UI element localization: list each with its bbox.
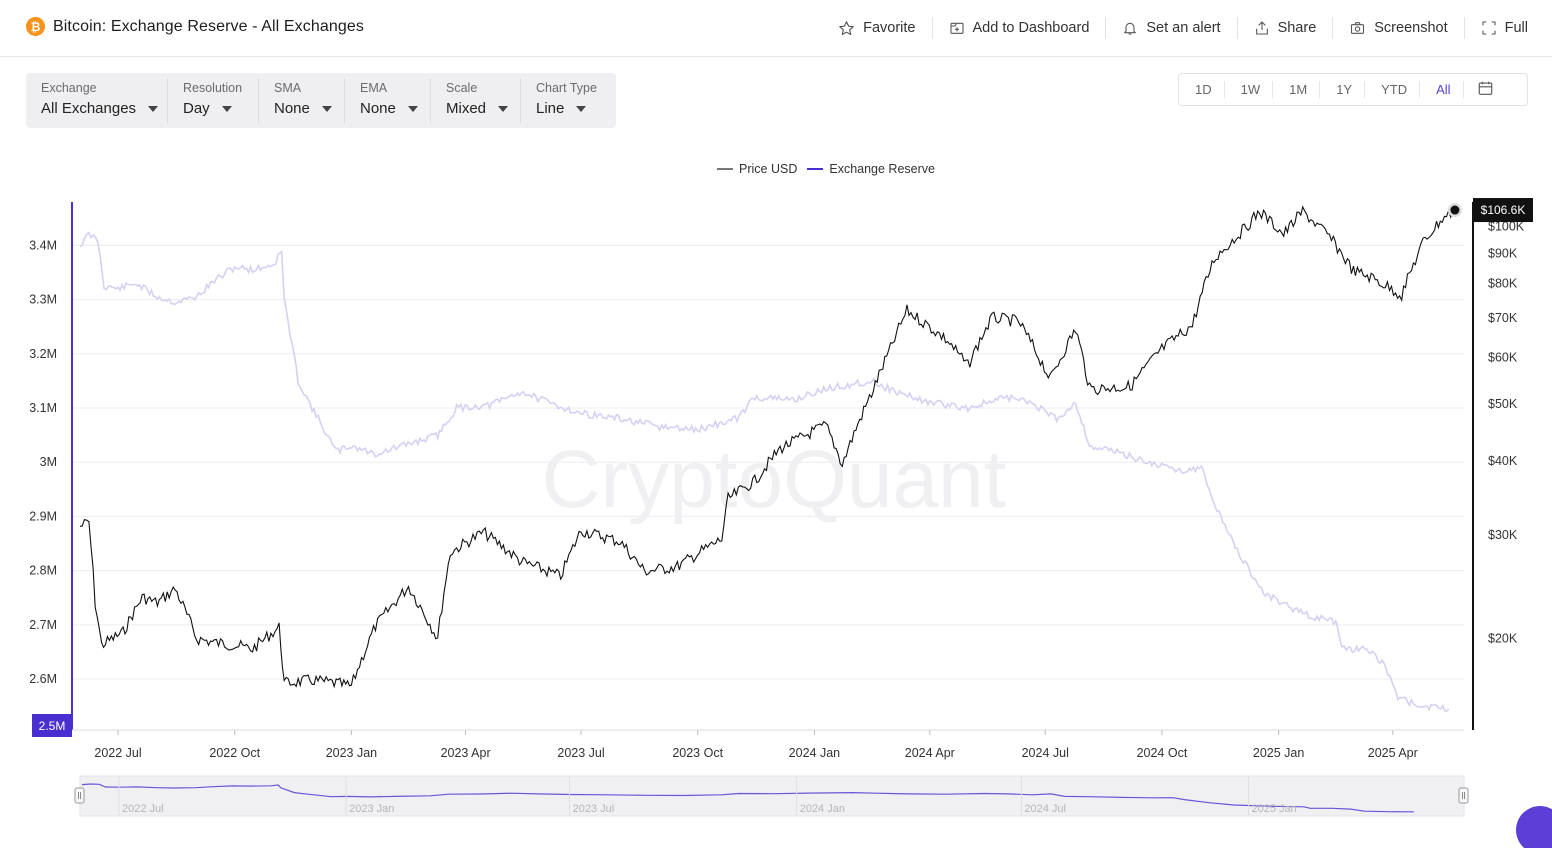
reserve-current-label: 2.5M — [39, 719, 66, 733]
x-tick-label: 2025 Apr — [1368, 746, 1418, 760]
y-right-tick-label: $90K — [1488, 246, 1518, 260]
watermark: CryptoQuant — [542, 434, 1007, 525]
x-axis: 2022 Jul 2022 Oct 2023 Jan 2023 Apr 2023 Jul… — [94, 730, 1418, 760]
y-right-tick-label: $60K — [1488, 350, 1518, 364]
x-tick-label: 2023 Jul — [557, 746, 604, 760]
y-right-tick-label: $70K — [1488, 311, 1518, 325]
navigator-tick-label: 2024 Jul — [1024, 803, 1066, 815]
y-left-tick-label: 3.1M — [29, 401, 57, 415]
chart-canvas: CryptoQuant 3.4M 3.3M 3.2M 3.1M 3M 2.9M 2.8M 2.… — [29, 198, 1533, 817]
x-tick-label: 2022 Oct — [209, 746, 260, 760]
x-tick-label: 2023 Jan — [326, 746, 377, 760]
price-current-label: $106.6K — [1481, 203, 1526, 217]
x-tick-label: 2024 Jan — [789, 746, 840, 760]
price-marker — [1450, 205, 1460, 215]
y-right-tick-label: $20K — [1488, 632, 1518, 646]
x-tick-label: 2024 Jul — [1022, 746, 1069, 760]
y-left-tick-label: 2.8M — [29, 564, 57, 578]
x-tick-label: 2025 Jan — [1253, 746, 1304, 760]
y-right-tick-label: $30K — [1488, 528, 1518, 542]
navigator-tick-label: 2024 Jan — [800, 803, 845, 815]
y-left-tick-label: 3.2M — [29, 347, 57, 361]
navigator-tick-label: 2023 Jul — [573, 803, 615, 815]
y-left-tick-label: 2.9M — [29, 509, 57, 523]
y-right-tick-label: $50K — [1488, 397, 1518, 411]
x-tick-label: 2023 Oct — [672, 746, 723, 760]
y-left-tick-label: 2.6M — [29, 672, 57, 686]
y-left-tick-label: 3M — [40, 455, 57, 469]
navigator-tick-label: 2023 Jan — [349, 803, 394, 815]
y-right-tick-label: $80K — [1488, 277, 1518, 291]
y-axis-right: $100K$90K$80K$70K$60K$50K$40K$30K$20K — [1488, 219, 1525, 645]
y-right-tick-label: $40K — [1488, 454, 1518, 468]
y-left-tick-label: 3.3M — [29, 293, 57, 307]
navigator-handle-left[interactable] — [74, 787, 85, 804]
range-navigator: 2022 Jul 2023 Jan 2023 Jul 2024 Jan 2024 Jul… — [74, 775, 1469, 817]
x-tick-label: 2024 Oct — [1137, 746, 1188, 760]
navigator-tick-label: 2022 Jul — [122, 803, 164, 815]
navigator-handle-right[interactable] — [1458, 787, 1469, 804]
navigator-tick-label: 2025 Jan — [1251, 803, 1296, 815]
x-tick-label: 2022 Jul — [94, 746, 141, 760]
y-left-tick-label: 2.7M — [29, 618, 57, 632]
y-axis-left: 3.4M 3.3M 3.2M 3.1M 3M 2.9M 2.8M 2.7M 2.6M — [29, 238, 57, 686]
y-left-tick-label: 3.4M — [29, 238, 57, 252]
x-tick-label: 2023 Apr — [441, 746, 491, 760]
x-tick-label: 2024 Apr — [905, 746, 955, 760]
